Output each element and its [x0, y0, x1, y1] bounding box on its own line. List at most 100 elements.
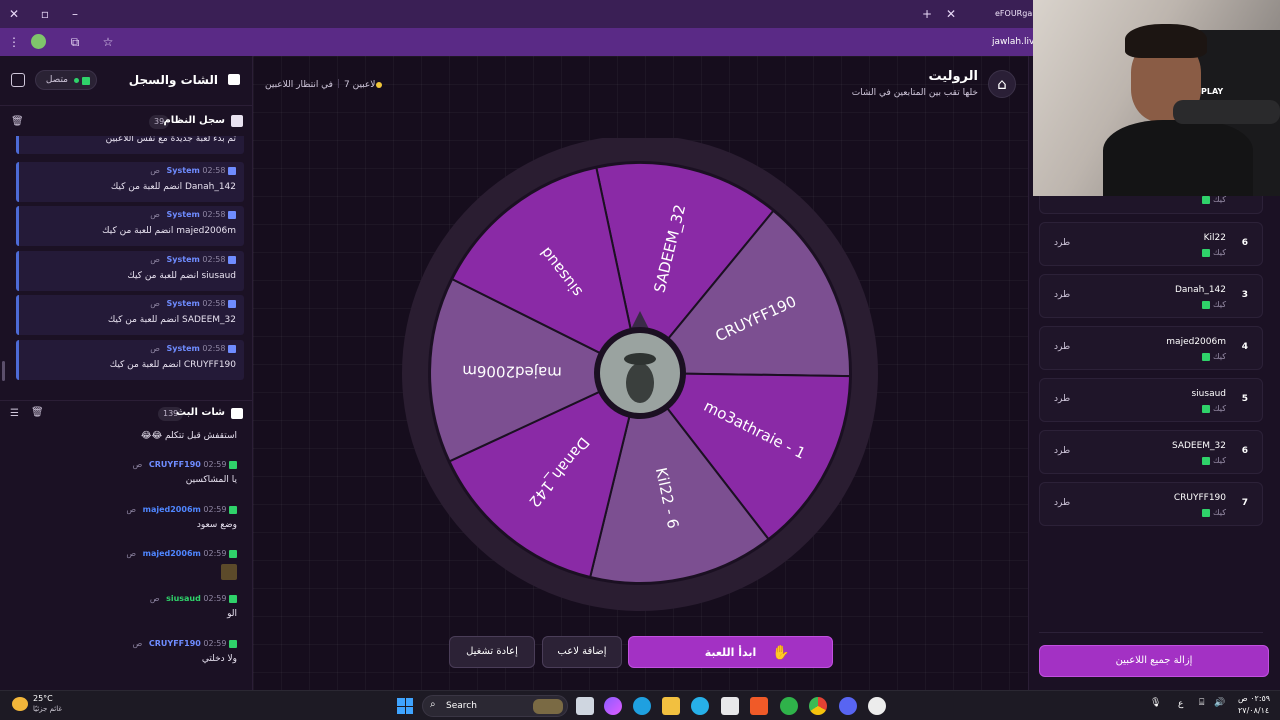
windows-start-icon[interactable] [397, 698, 413, 714]
player-number: 7 [1241, 498, 1248, 508]
chat-message: siusaud 02:59 ص الو [17, 594, 237, 619]
kick-icon [229, 505, 237, 514]
player-number: 5 [1241, 394, 1248, 404]
chat-message: majed2006m 02:59 ص [17, 549, 237, 580]
chat-message-text: استقفش قبل تتكلم 😂😂 [141, 431, 237, 441]
volume-icon[interactable]: 🔊 [1214, 698, 1225, 708]
clock-time[interactable]: ٠٢:٥٩ ص [1238, 694, 1270, 703]
system-log-list[interactable]: تم بدء لعبة جديدة مع نفس اللاعبين System… [0, 136, 253, 382]
edge-beta-app-icon[interactable] [691, 697, 709, 715]
kick-icon [1202, 404, 1211, 413]
chat-message-text: وضع سعود [196, 520, 237, 530]
player-source: كيك [1202, 248, 1226, 257]
info-icon [231, 115, 243, 127]
microphone [1173, 100, 1280, 124]
roulette-wheel[interactable]: SADEEM_32CRUYFF190mo3athraie - 1Kil22 - … [398, 138, 882, 612]
system-log-item: System 02:58 ص siusaud انضم للعبة من كيك [16, 251, 244, 291]
openai-app-icon[interactable] [868, 697, 886, 715]
new-tab-icon[interactable]: + [918, 5, 936, 23]
system-log-title: سجل النظام [163, 115, 225, 126]
hub-figure [626, 363, 654, 403]
remove-all-players-button[interactable]: إزالة جميع اللاعبين [1039, 645, 1269, 677]
player-name: siusaud [1191, 389, 1226, 399]
player-source: كيك [1202, 195, 1226, 204]
start-game-button[interactable]: ابدأ اللعبة [628, 636, 833, 668]
divider [1039, 632, 1263, 633]
status-label: متصل [45, 75, 68, 85]
discord-app-icon[interactable] [839, 697, 857, 715]
weather-icon[interactable] [12, 697, 28, 711]
profile-icon[interactable] [31, 34, 46, 49]
kick-player-button[interactable]: طرد [1054, 446, 1070, 456]
bookmark-star-icon[interactable]: ☆ [99, 33, 117, 51]
system-log-item: System 02:58 ص majed2006m انضم للعبة من … [16, 206, 244, 246]
chat-message: majed2006m 02:59 ص وضع سعود [17, 505, 237, 530]
kick-icon [1202, 508, 1211, 517]
collapse-panel-icon[interactable] [11, 73, 25, 87]
player-name: CRUYFF190 [1173, 493, 1226, 503]
home-icon[interactable]: ⌂ [988, 70, 1016, 98]
chair-label: PLAY [1201, 87, 1224, 96]
chat-log-panel: متصل الشات والسجل 🗑 39 سجل النظام تم بدء… [0, 56, 253, 690]
chat-meta: CRUYFF190 02:59 ص [17, 460, 237, 469]
wheel-segment-label: majed2006m [462, 362, 562, 382]
kick-player-button[interactable]: طرد [1054, 498, 1070, 508]
maximize-icon[interactable]: ▫ [36, 5, 54, 23]
edge-app-icon[interactable] [633, 697, 651, 715]
taskbar-search[interactable]: ⌕ Search [422, 695, 568, 717]
xbox-app-icon[interactable] [780, 697, 798, 715]
taskbar: 25°C غائم جزئيًا ⌕ Search 🎙 ع ⌸ 🔊 ٠٢:٥٩ … [0, 690, 1280, 720]
player-source: كيك [1202, 456, 1226, 465]
player-source: كيك [1202, 300, 1226, 309]
system-log-item: System 02:58 ص SADEEM_32 انضم للعبة من ك… [16, 295, 244, 335]
kick-player-button[interactable]: طرد [1054, 290, 1070, 300]
minimize-icon[interactable]: – [66, 5, 84, 23]
chat-icon [228, 74, 240, 85]
network-icon[interactable]: ⌸ [1199, 698, 1204, 708]
chrome-app-icon[interactable] [809, 697, 827, 715]
microphone-icon[interactable]: 🎙 [1150, 698, 1161, 708]
copilot-app-icon[interactable] [604, 697, 622, 715]
chat-meta: majed2006m 02:59 ص [17, 505, 237, 514]
player-row: 6 Kil22 كيك طرد [1039, 222, 1263, 266]
trash-icon[interactable]: 🗑 [31, 407, 44, 418]
kick-icon [1202, 248, 1211, 257]
waiting-label: في انتظار اللاعبين [265, 80, 333, 90]
extensions-icon[interactable]: ⧉ [66, 33, 84, 51]
folder-app-icon[interactable] [662, 697, 680, 715]
system-icon [228, 299, 236, 308]
menu-dots-icon[interactable]: ⋮ [5, 33, 23, 51]
align-icon[interactable]: ☰ [10, 408, 19, 419]
system-log-item: System 02:58 ص CRUYFF190 انضم للعبة من ك… [16, 340, 244, 380]
kick-icon [82, 77, 90, 85]
kick-player-button[interactable]: طرد [1054, 238, 1070, 248]
stream-chat-list[interactable]: استقفش قبل تتكلم 😂😂 CRUYFF190 02:59 ص يا… [0, 428, 253, 690]
kick-player-button[interactable]: طرد [1054, 342, 1070, 352]
kick-icon [1202, 352, 1211, 361]
store-app-icon[interactable] [721, 697, 739, 715]
kick-player-button[interactable]: طرد [1054, 394, 1070, 404]
language-indicator[interactable]: ع [1178, 699, 1183, 709]
system-icon [228, 344, 236, 353]
player-row: 4 majed2006m كيك طرد [1039, 326, 1263, 370]
online-dot [74, 78, 79, 83]
brave-app-icon[interactable] [750, 697, 768, 715]
clock-date[interactable]: ٢٧/٠٨/١٤ [1238, 706, 1269, 715]
trash-icon[interactable]: 🗑 [11, 116, 24, 127]
search-label: Search [446, 701, 477, 711]
close-window-icon[interactable]: ✕ [5, 5, 23, 23]
restart-button[interactable]: إعادة تشغيل [449, 636, 535, 668]
chat-meta: CRUYFF190 02:59 ص [17, 639, 237, 648]
kick-icon [1202, 195, 1211, 204]
emote-image [221, 564, 237, 580]
scrollbar[interactable] [2, 361, 5, 381]
chat-message-text: يا المشاكسين [185, 475, 237, 485]
close-tab-icon[interactable]: ✕ [942, 5, 960, 23]
player-name: Danah_142 [1174, 285, 1226, 295]
file-explorer-app-icon[interactable] [576, 697, 594, 715]
add-player-button[interactable]: إضافة لاعب [542, 636, 622, 668]
system-log-meta: System 02:58 ص [150, 255, 236, 264]
system-log-header: 🗑 39 سجل النظام [0, 110, 253, 134]
divider: | [337, 79, 341, 89]
player-name: SADEEM_32 [1171, 441, 1226, 451]
